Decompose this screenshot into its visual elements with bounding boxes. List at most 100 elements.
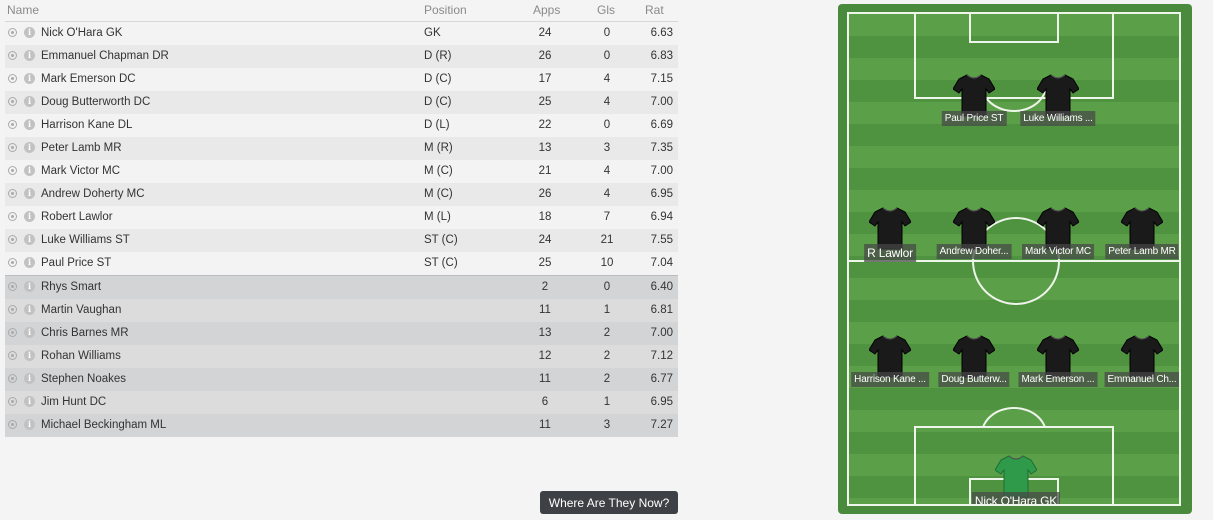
player-name[interactable]: Rohan Williams [41,350,121,362]
player-name[interactable]: Robert Lawlor [41,211,113,223]
player-rating: 6.95 [650,188,673,200]
target-icon[interactable] [8,51,17,60]
player-goals: 0 [603,50,611,62]
info-icon[interactable]: i [24,211,35,222]
info-icon[interactable]: i [24,73,35,84]
target-icon[interactable] [8,143,17,152]
player-label: Luke Williams ... [1020,111,1096,126]
player-name[interactable]: Emmanuel Chapman DR [41,50,169,62]
player-label: Andrew Doher... [936,244,1012,259]
player-goals: 0 [603,27,611,39]
table-row[interactable]: i Peter Lamb MR M (R) 13 3 7.35 [5,137,678,160]
player-position: ST (C) [424,257,458,269]
table-row[interactable]: i Robert Lawlor M (L) 18 7 6.94 [5,206,678,229]
target-icon[interactable] [8,235,17,244]
header-name[interactable]: Name [7,3,39,17]
target-icon[interactable] [8,120,17,129]
player-name[interactable]: Mark Victor MC [41,165,120,177]
info-icon[interactable]: i [24,142,35,153]
player-name[interactable]: Michael Beckingham ML [41,419,166,431]
player-label: R Lawlor [864,244,916,262]
info-icon[interactable]: i [24,27,35,38]
player-position: GK [424,27,441,39]
player-name[interactable]: Peter Lamb MR [41,142,122,154]
info-icon[interactable]: i [24,234,35,245]
info-icon[interactable]: i [24,373,35,384]
table-row[interactable]: i Rhys Smart 2 0 6.40 [5,275,678,299]
where-are-they-now-button[interactable]: Where Are They Now? [540,491,678,514]
target-icon[interactable] [8,328,17,337]
info-icon[interactable]: i [24,396,35,407]
target-icon[interactable] [8,212,17,221]
info-icon[interactable]: i [24,419,35,430]
table-row[interactable]: i Mark Victor MC M (C) 21 4 7.00 [5,160,678,183]
target-icon[interactable] [8,166,17,175]
target-icon[interactable] [8,189,17,198]
info-icon[interactable]: i [24,96,35,107]
info-icon[interactable]: i [24,327,35,338]
table-row[interactable]: i Mark Emerson DC D (C) 17 4 7.15 [5,68,678,91]
player-position: M (C) [424,188,453,200]
formation-pitch-panel: Paul Price ST Luke Williams ... R Lawlor An… [838,4,1192,514]
table-row[interactable]: i Nick O'Hara GK GK 24 0 6.63 [5,22,678,45]
info-icon[interactable]: i [24,281,35,292]
player-goals: 0 [603,281,611,293]
player-name[interactable]: Doug Butterworth DC [41,96,150,108]
header-rating[interactable]: Rat [645,3,664,17]
table-row[interactable]: i Martin Vaughan 11 1 6.81 [5,299,678,322]
table-row[interactable]: i Rohan Williams 12 2 7.12 [5,345,678,368]
player-rating: 7.04 [650,257,673,269]
player-name[interactable]: Rhys Smart [41,281,101,293]
table-row[interactable]: i Jim Hunt DC 6 1 6.95 [5,391,678,414]
table-row[interactable]: i Andrew Doherty MC M (C) 26 4 6.95 [5,183,678,206]
target-icon[interactable] [8,397,17,406]
info-icon[interactable]: i [24,165,35,176]
target-icon[interactable] [8,74,17,83]
table-row[interactable]: i Chris Barnes MR 13 2 7.00 [5,322,678,345]
table-row[interactable]: i Doug Butterworth DC D (C) 25 4 7.00 [5,91,678,114]
player-name[interactable]: Luke Williams ST [41,234,130,246]
player-goals: 4 [603,188,611,200]
table-row[interactable]: i Emmanuel Chapman DR D (R) 26 0 6.83 [5,45,678,68]
player-goals: 10 [600,257,614,269]
top-goal-area [969,14,1059,43]
target-icon[interactable] [8,28,17,37]
header-goals[interactable]: Gls [597,3,615,17]
header-position[interactable]: Position [424,3,467,17]
info-icon[interactable]: i [24,188,35,199]
target-icon[interactable] [8,97,17,106]
target-icon[interactable] [8,258,17,267]
player-name[interactable]: Martin Vaughan [41,304,121,316]
info-icon[interactable]: i [24,119,35,130]
table-row[interactable]: i Harrison Kane DL D (L) 22 0 6.69 [5,114,678,137]
player-name[interactable]: Nick O'Hara GK [41,27,122,39]
player-name[interactable]: Mark Emerson DC [41,73,136,85]
player-name[interactable]: Jim Hunt DC [41,396,106,408]
info-icon[interactable]: i [24,257,35,268]
player-position: D (R) [424,50,452,62]
target-icon[interactable] [8,351,17,360]
pitch: Paul Price ST Luke Williams ... R Lawlor An… [847,12,1181,506]
player-rating: 6.94 [650,211,673,223]
player-rating: 6.83 [650,50,673,62]
target-icon[interactable] [8,374,17,383]
player-position: D (L) [424,119,450,131]
player-name[interactable]: Harrison Kane DL [41,119,132,131]
target-icon[interactable] [8,282,17,291]
table-row[interactable]: i Luke Williams ST ST (C) 24 21 7.55 [5,229,678,252]
target-icon[interactable] [8,305,17,314]
player-goals: 2 [603,373,611,385]
player-name[interactable]: Paul Price ST [41,257,111,269]
player-apps: 6 [541,396,549,408]
info-icon[interactable]: i [24,350,35,361]
table-row[interactable]: i Michael Beckingham ML 11 3 7.27 [5,414,678,437]
player-name[interactable]: Chris Barnes MR [41,327,129,339]
player-name[interactable]: Andrew Doherty MC [41,188,145,200]
header-apps[interactable]: Apps [533,3,560,17]
target-icon[interactable] [8,420,17,429]
table-row[interactable]: i Paul Price ST ST (C) 25 10 7.04 [5,252,678,275]
info-icon[interactable]: i [24,304,35,315]
table-row[interactable]: i Stephen Noakes 11 2 6.77 [5,368,678,391]
player-name[interactable]: Stephen Noakes [41,373,126,385]
info-icon[interactable]: i [24,50,35,61]
